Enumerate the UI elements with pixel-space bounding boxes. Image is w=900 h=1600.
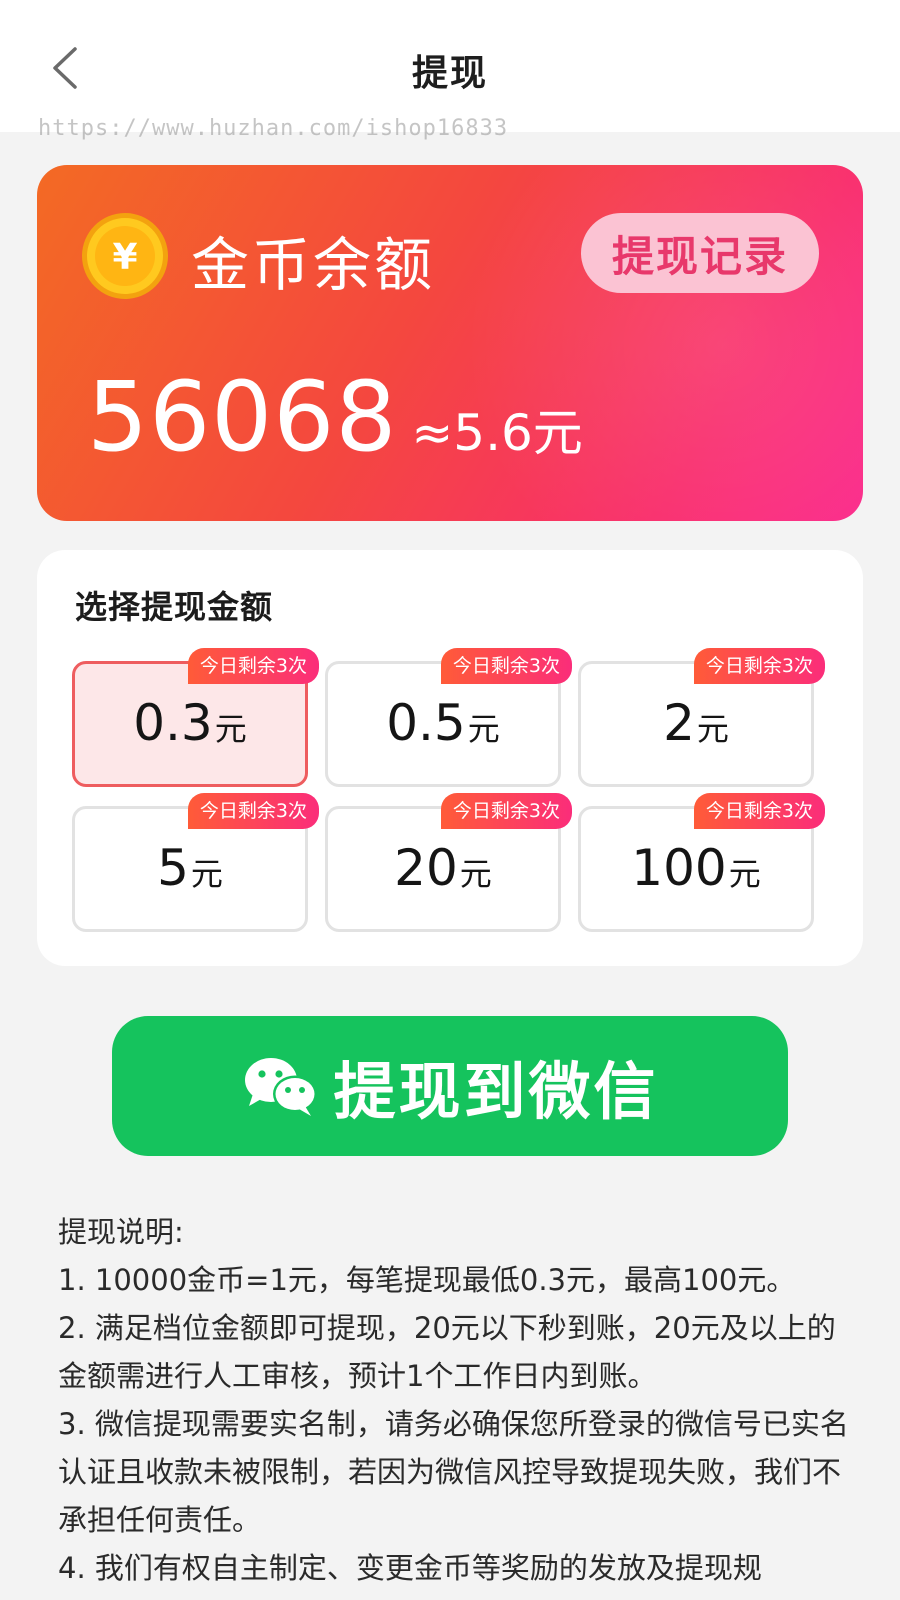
- amount-number: 0.5: [386, 694, 466, 752]
- watermark-text: https://www.huzhan.com/ishop16833: [38, 116, 509, 141]
- remaining-times-badge: 今日剩余3次: [693, 793, 825, 829]
- amount-unit: 元: [214, 710, 247, 748]
- remaining-times-badge: 今日剩余3次: [187, 648, 319, 684]
- amount-unit: 元: [467, 710, 500, 748]
- withdraw-records-button[interactable]: 提现记录: [581, 213, 819, 293]
- amount-selection-title: 选择提现金额: [75, 588, 274, 626]
- instruction-item-2: 2. 满足档位金额即可提现，20元以下秒到账，20元及以上的金额需进行人工审核，…: [58, 1311, 836, 1393]
- amount-option-2[interactable]: 今日剩余3次 2元: [578, 648, 825, 787]
- amount-unit: 元: [696, 710, 729, 748]
- wechat-icon: [245, 1058, 318, 1116]
- amount-number: 100: [631, 839, 727, 897]
- amount-unit: 元: [728, 855, 761, 893]
- amount-option-value: 2元: [581, 694, 811, 752]
- amount-number: 20: [394, 839, 458, 897]
- coin-icon: ¥: [82, 213, 168, 299]
- instruction-item-4: 4. 我们有权自主制定、变更金币等奖励的发放及提现规: [58, 1551, 762, 1585]
- amount-option-value: 0.5元: [328, 694, 558, 752]
- instructions-title: 提现说明:: [58, 1215, 184, 1249]
- amount-option-100[interactable]: 今日剩余3次 100元: [578, 793, 825, 932]
- remaining-times-badge: 今日剩余3次: [440, 793, 572, 829]
- amount-selection-card: 选择提现金额 今日剩余3次 0.3元 今日剩余3次 0.5元 今日剩余3次 2元…: [37, 550, 863, 966]
- remaining-times-badge: 今日剩余3次: [693, 648, 825, 684]
- balance-card: ¥ 金币余额 提现记录 56068 ≈5.6元: [37, 165, 863, 521]
- amount-unit: 元: [459, 855, 492, 893]
- amount-option-value: 5元: [75, 839, 305, 897]
- instruction-item-1: 1. 10000金币=1元，每笔提现最低0.3元，最高100元。: [58, 1263, 796, 1297]
- top-bar: 提现: [0, 0, 900, 132]
- balance-label: 金币余额: [191, 231, 436, 299]
- amount-unit: 元: [190, 855, 223, 893]
- amount-option-0-5[interactable]: 今日剩余3次 0.5元: [325, 648, 572, 787]
- amount-number: 0.3: [133, 694, 213, 752]
- amount-number: 5: [157, 839, 189, 897]
- remaining-times-badge: 今日剩余3次: [187, 793, 319, 829]
- withdraw-button-label: 提现到微信: [333, 1055, 659, 1128]
- balance-value: 56068 ≈5.6元: [87, 361, 583, 473]
- amount-option-value: 0.3元: [75, 694, 305, 752]
- page-title: 提现: [411, 53, 488, 94]
- amount-option-value: 100元: [581, 839, 811, 897]
- withdraw-to-wechat-button[interactable]: 提现到微信: [112, 1016, 788, 1156]
- amount-number: 2: [663, 694, 695, 752]
- instruction-item-3: 3. 微信提现需要实名制，请务必确保您所登录的微信号已实名认证且收款未被限制，若…: [58, 1407, 849, 1537]
- amount-option-5[interactable]: 今日剩余3次 5元: [72, 793, 319, 932]
- coin-balance-amount: 56068: [87, 361, 398, 473]
- remaining-times-badge: 今日剩余3次: [440, 648, 572, 684]
- amount-option-value: 20元: [328, 839, 558, 897]
- coin-symbol: ¥: [112, 237, 137, 278]
- amount-option-20[interactable]: 今日剩余3次 20元: [325, 793, 572, 932]
- balance-cash-equivalent: ≈5.6元: [411, 404, 583, 462]
- withdraw-instructions: 提现说明: 1. 10000金币=1元，每笔提现最低0.3元，最高100元。 2…: [58, 1208, 858, 1592]
- amount-option-0-3[interactable]: 今日剩余3次 0.3元: [72, 648, 319, 787]
